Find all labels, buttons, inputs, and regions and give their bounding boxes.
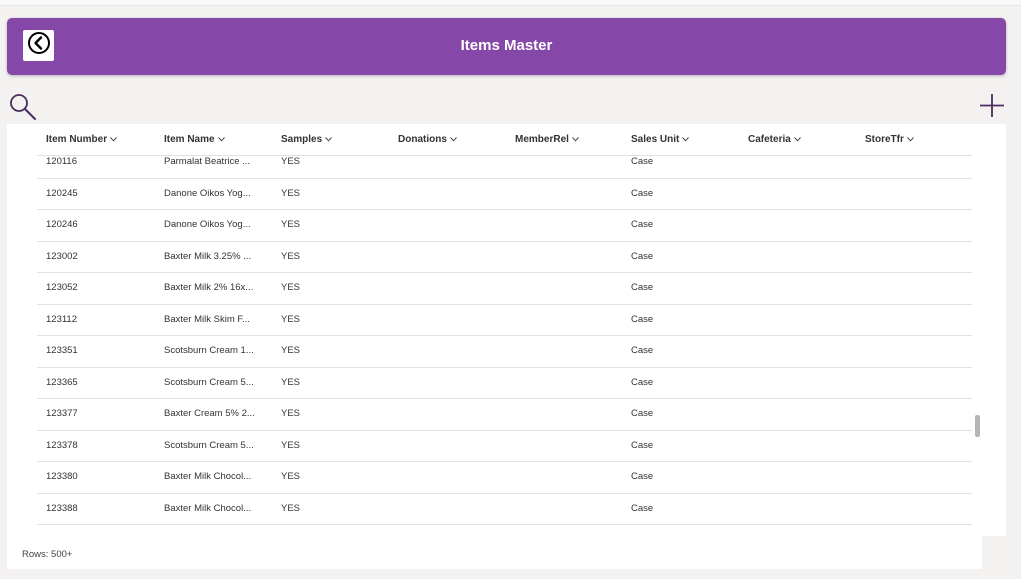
column-header-label: Item Number <box>46 134 108 145</box>
column-header-item-number[interactable]: Item Number <box>46 134 117 145</box>
chevron-down-icon <box>907 137 914 142</box>
column-header-samples[interactable]: Samples <box>281 134 333 145</box>
table-row[interactable]: 123365 Scotsburn Cream 5... YES Case <box>37 368 972 399</box>
column-header-label: StoreTfr <box>865 134 904 145</box>
cell-sales-unit: Case <box>631 156 654 167</box>
table-row[interactable]: 120116 Parmalat Beatrice ... YES Case <box>37 156 972 179</box>
column-header-row: Item Number Item Name Samples Donations … <box>37 124 972 156</box>
column-header-label: Cafeteria <box>748 134 791 145</box>
cell-sales-unit: Case <box>631 313 654 325</box>
table-row[interactable]: 123388 Baxter Milk Chocol... YES Case <box>37 494 972 525</box>
column-header-label: Donations <box>398 134 447 145</box>
chevron-down-icon <box>450 137 457 142</box>
cell-item-number: 123351 <box>46 345 78 356</box>
gallery-footer: Rows: 500+ <box>7 536 982 569</box>
cell-item-number: 120246 <box>46 219 78 230</box>
cell-item-number: 123388 <box>46 502 78 514</box>
column-header-item-name[interactable]: Item Name <box>164 134 225 145</box>
app-header: Items Master <box>7 18 1006 75</box>
column-header-cafeteria[interactable]: Cafeteria <box>748 134 801 145</box>
cell-samples: YES <box>281 219 301 230</box>
cell-item-name: Baxter Milk Chocol... <box>164 471 252 482</box>
cell-item-name: Scotsburn Cream 1... <box>164 345 254 356</box>
cell-item-name: Baxter Cream 5% 2... <box>164 408 255 419</box>
cell-sales-unit: Case <box>631 250 654 262</box>
cell-item-number: 120116 <box>46 156 77 167</box>
cell-item-name: Parmalat Beatrice ... <box>164 156 251 167</box>
cell-item-number: 123002 <box>46 250 78 262</box>
cell-samples: YES <box>281 345 301 356</box>
chevron-down-icon <box>572 137 579 142</box>
chevron-down-icon <box>682 137 690 142</box>
table-row[interactable]: 123002 Baxter Milk 3.25% ... YES Case <box>37 242 972 273</box>
column-header-label: Samples <box>281 134 323 145</box>
chevron-down-icon <box>217 137 225 142</box>
items-gallery[interactable]: Item Number Item Name Samples Donations … <box>7 124 1006 536</box>
table-row[interactable]: 123377 Baxter Cream 5% 2... YES Case <box>37 399 972 431</box>
chevron-down-icon <box>110 137 117 142</box>
cell-sales-unit: Case <box>631 502 654 514</box>
cell-samples: YES <box>281 313 301 325</box>
table-row[interactable]: 123112 Baxter Milk Skim F... YES Case <box>37 305 972 336</box>
cell-sales-unit: Case <box>631 187 654 199</box>
cell-sales-unit: Case <box>631 471 654 482</box>
cell-sales-unit: Case <box>631 439 654 451</box>
cell-item-name: Baxter Milk Chocol... <box>164 502 252 514</box>
column-header-label: MemberRel <box>515 134 569 145</box>
cell-sales-unit: Case <box>631 376 654 388</box>
cell-item-number: 123378 <box>46 439 78 451</box>
page-title: Items Master <box>460 37 553 54</box>
column-header-storetfr[interactable]: StoreTfr <box>865 134 914 145</box>
table-row[interactable]: 123351 Scotsburn Cream 1... YES Case <box>37 336 972 368</box>
cell-item-number: 123377 <box>46 408 78 419</box>
cell-sales-unit: Case <box>631 219 654 230</box>
chevron-down-icon <box>325 137 333 142</box>
cell-samples: YES <box>281 187 301 199</box>
cell-sales-unit: Case <box>631 345 654 356</box>
cell-item-name: Baxter Milk Skim F... <box>164 313 251 325</box>
vertical-scrollbar-thumb[interactable] <box>975 415 980 437</box>
cell-samples: YES <box>281 282 301 293</box>
rows-count-label: Rows: 500+ <box>22 549 73 560</box>
column-header-label: Sales Unit <box>631 134 680 145</box>
table-body: 120116 Parmalat Beatrice ... YES Case 120245… <box>37 156 972 526</box>
top-bar <box>0 0 1021 6</box>
cell-samples: YES <box>281 156 301 167</box>
cell-item-name: Scotsburn Cream 5... <box>164 376 254 388</box>
cell-sales-unit: Case <box>631 282 654 293</box>
cell-item-name: Scotsburn Cream 5... <box>164 439 254 451</box>
cell-item-number: 123052 <box>46 282 78 293</box>
cell-samples: YES <box>281 471 301 482</box>
table-row[interactable]: 123378 Scotsburn Cream 5... YES Case <box>37 431 972 462</box>
cell-samples: YES <box>281 250 301 262</box>
table-row[interactable]: 120246 Danone Oikos Yog... YES Case <box>37 210 972 242</box>
cell-item-number: 123112 <box>46 313 77 325</box>
cell-item-number: 123365 <box>46 376 78 388</box>
column-header-donations[interactable]: Donations <box>398 134 457 145</box>
add-item-button[interactable] <box>977 91 1007 121</box>
cell-item-name: Baxter Milk 3.25% ... <box>164 250 252 262</box>
chevron-down-icon <box>793 137 801 142</box>
table-row[interactable]: 123052 Baxter Milk 2% 16x... YES Case <box>37 273 972 305</box>
plus-icon <box>977 94 1007 125</box>
cell-item-number: 123380 <box>46 471 78 482</box>
cell-item-name: Baxter Milk 2% 16x... <box>164 282 254 293</box>
column-header-sales-unit[interactable]: Sales Unit <box>631 134 690 145</box>
cell-samples: YES <box>281 408 301 419</box>
cell-item-name: Danone Oikos Yog... <box>164 187 251 199</box>
cell-item-name: Danone Oikos Yog... <box>164 219 251 230</box>
search-button[interactable] <box>7 92 39 124</box>
cell-samples: YES <box>281 502 301 514</box>
column-header-memberrel[interactable]: MemberRel <box>515 134 579 145</box>
cell-item-number: 120245 <box>46 187 78 199</box>
column-header-label: Item Name <box>164 134 215 145</box>
cell-sales-unit: Case <box>631 408 654 419</box>
table-row[interactable]: 120245 Danone Oikos Yog... YES Case <box>37 179 972 210</box>
table-row[interactable]: 123380 Baxter Milk Chocol... YES Case <box>37 462 972 494</box>
cell-samples: YES <box>281 439 301 451</box>
cell-samples: YES <box>281 376 301 388</box>
